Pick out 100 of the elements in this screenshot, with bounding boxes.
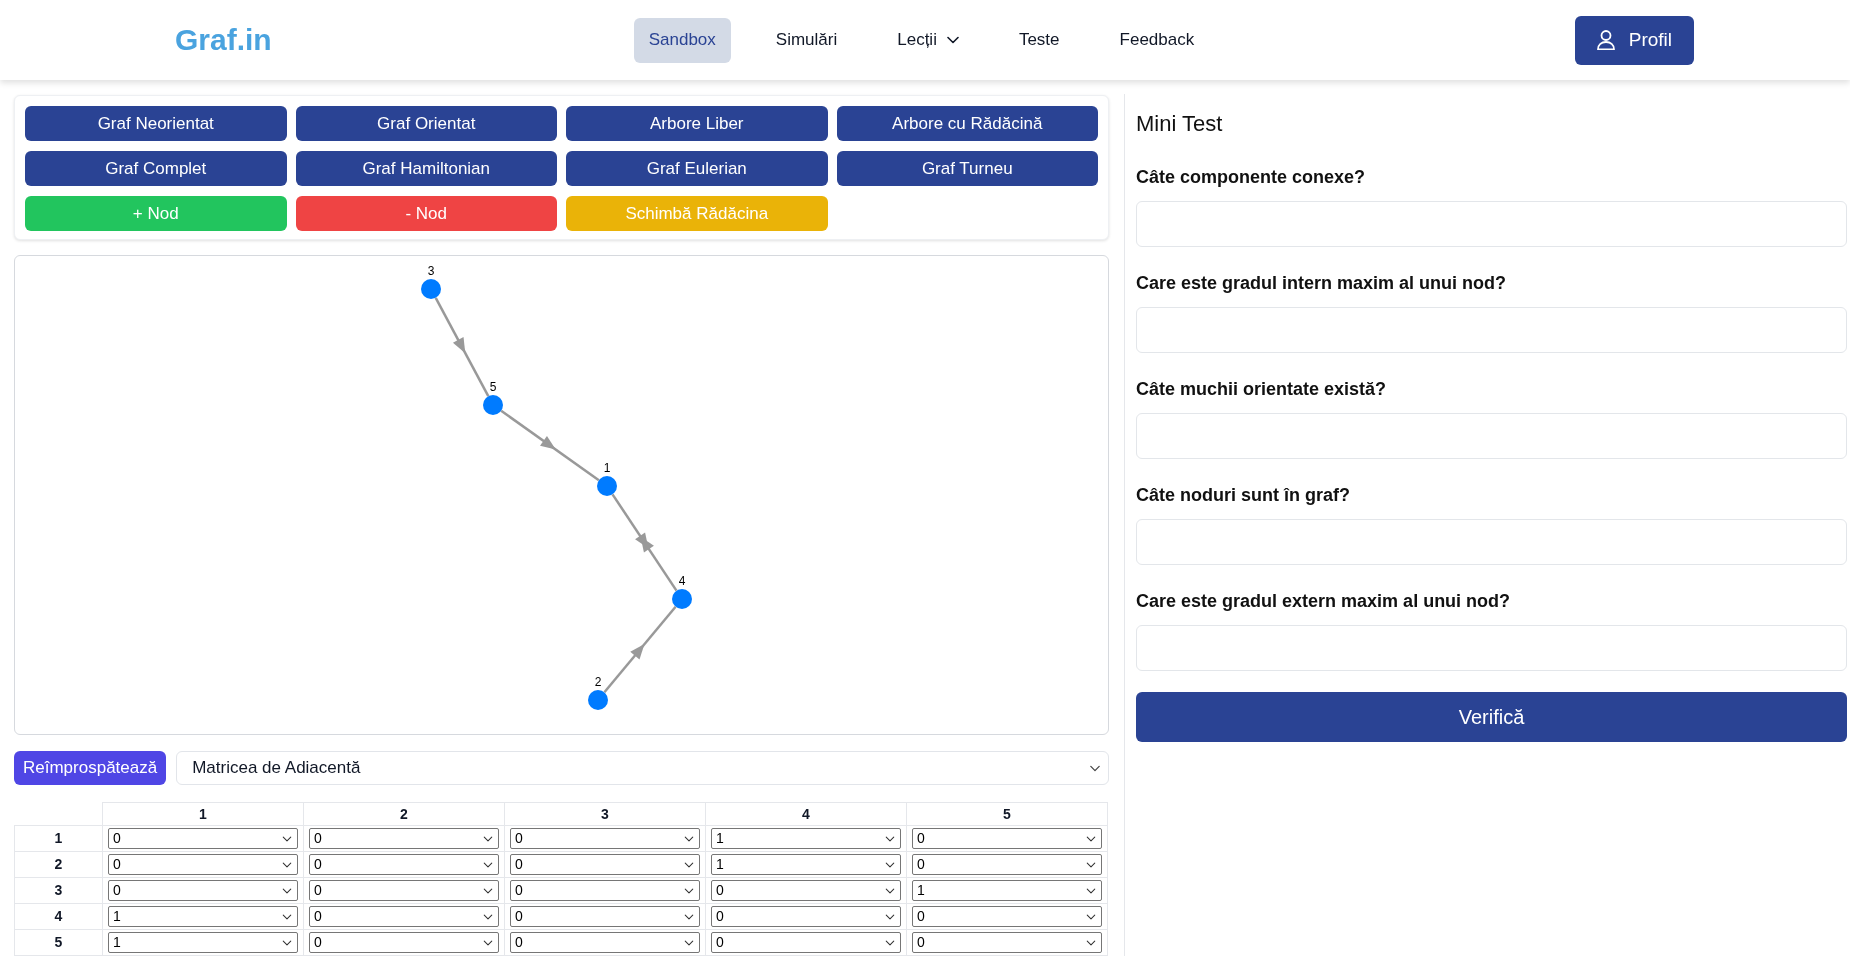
- chevron-down-icon: [282, 835, 292, 842]
- column-header: 4: [705, 802, 907, 826]
- cell-select[interactable]: 0: [108, 828, 298, 849]
- graph-node: [672, 589, 692, 609]
- chevron-down-icon: [885, 835, 895, 842]
- chevron-down-icon: [483, 887, 493, 894]
- chevron-down-icon: [483, 939, 493, 946]
- answer-field[interactable]: [1136, 413, 1847, 459]
- chevron-down-icon: [946, 36, 959, 44]
- question-label: Câte noduri sunt în graf?: [1136, 484, 1351, 507]
- cell-select[interactable]: 1: [711, 828, 901, 849]
- chevron-down-icon: [282, 939, 292, 946]
- column-header: 3: [504, 802, 706, 826]
- chevron-down-icon: [885, 939, 895, 946]
- cell-select[interactable]: 0: [510, 932, 700, 953]
- cell-select[interactable]: 0: [510, 906, 700, 927]
- cell-select[interactable]: 0: [912, 828, 1102, 849]
- graph-node: [588, 690, 608, 710]
- cell-select[interactable]: 0: [510, 880, 700, 901]
- nav-tab[interactable]: Feedback: [1104, 17, 1210, 63]
- column-header: 1: [102, 802, 304, 826]
- graph-type-button[interactable]: Arbore cu Rădăcină: [836, 106, 1098, 141]
- chevron-down-icon: [282, 887, 292, 894]
- user-icon: [1596, 30, 1615, 50]
- graph-type-button[interactable]: Arbore Liber: [566, 106, 828, 141]
- cell-select[interactable]: 0: [309, 828, 499, 849]
- chevron-down-icon: [282, 913, 292, 920]
- chevron-down-icon: [483, 913, 493, 920]
- answer-field[interactable]: [1136, 519, 1847, 565]
- chevron-down-icon: [483, 835, 493, 842]
- graph-type-button[interactable]: Graf Turneu: [836, 151, 1098, 186]
- chevron-down-icon: [684, 913, 694, 920]
- chevron-down-icon: [483, 861, 493, 868]
- cell-select[interactable]: 1: [108, 932, 298, 953]
- node-label: 3: [427, 264, 435, 278]
- cell-select[interactable]: 0: [309, 854, 499, 875]
- chevron-down-icon: [684, 939, 694, 946]
- graph-node: [421, 279, 441, 299]
- row-header: 3: [14, 877, 103, 904]
- cell-select[interactable]: 0: [309, 880, 499, 901]
- node-label: 1: [603, 461, 611, 475]
- column-header: 2: [303, 802, 505, 826]
- nav-tab[interactable]: Teste: [1003, 17, 1075, 63]
- answer-field[interactable]: [1136, 625, 1847, 671]
- node-label: 4: [678, 574, 686, 588]
- graph-type-button[interactable]: Graf Eulerian: [566, 151, 828, 186]
- answer-field[interactable]: [1136, 201, 1847, 247]
- graph-node: [597, 476, 617, 496]
- graph-type-button[interactable]: Graf Complet: [25, 151, 287, 186]
- row-header: 1: [14, 825, 103, 852]
- panel-title: Mini Test: [1136, 110, 1224, 138]
- question-label: Care este gradul intern maxim al unui nod?: [1136, 272, 1508, 295]
- nav-tab[interactable]: Lecții: [882, 17, 974, 63]
- chevron-down-icon: [885, 887, 895, 894]
- cell-select[interactable]: 1: [711, 854, 901, 875]
- cell-select[interactable]: 0: [711, 932, 901, 953]
- question-label: Care este gradul extern maxim al unui nod?: [1136, 590, 1512, 613]
- cell-select[interactable]: 0: [912, 906, 1102, 927]
- cell-select[interactable]: 0: [912, 932, 1102, 953]
- node-label: 5: [489, 380, 497, 394]
- refresh-button[interactable]: Reîmprospătează: [14, 751, 167, 785]
- graph-type-button[interactable]: Graf Hamiltonian: [295, 151, 557, 186]
- nav-tab[interactable]: Sandbox: [633, 17, 731, 63]
- chevron-down-icon: [684, 887, 694, 894]
- graph-node: [483, 395, 503, 415]
- cell-select[interactable]: 0: [510, 854, 700, 875]
- node-label: 2: [594, 675, 602, 689]
- chevron-down-icon: [1086, 913, 1096, 920]
- verify-button[interactable]: Verifică: [1136, 692, 1847, 742]
- cell-select[interactable]: 0: [108, 880, 298, 901]
- chevron-down-icon: [1086, 861, 1096, 868]
- chevron-down-icon: [684, 861, 694, 868]
- answer-field[interactable]: [1136, 307, 1847, 353]
- chevron-down-icon: [282, 861, 292, 868]
- row-header: 4: [14, 903, 103, 930]
- nav-tab[interactable]: Simulări: [760, 17, 853, 63]
- remove-node-button[interactable]: - Nod: [295, 196, 557, 231]
- cell-select[interactable]: 0: [711, 906, 901, 927]
- chevron-down-icon: [1086, 835, 1096, 842]
- cell-select[interactable]: 0: [912, 854, 1102, 875]
- chevron-down-icon: [1090, 764, 1100, 772]
- chevron-down-icon: [885, 913, 895, 920]
- question-label: Câte componente conexe?: [1136, 166, 1367, 189]
- chevron-down-icon: [1086, 939, 1096, 946]
- view-select[interactable]: Matricea de Adiacentă: [176, 751, 1109, 785]
- chevron-down-icon: [885, 861, 895, 868]
- profile-button[interactable]: Profil: [1574, 15, 1694, 65]
- chevron-down-icon: [684, 835, 694, 842]
- row-header: 5: [14, 929, 103, 956]
- cell-select[interactable]: 1: [108, 906, 298, 927]
- cell-select[interactable]: 0: [711, 880, 901, 901]
- graph-type-button[interactable]: Graf Neorientat: [25, 106, 287, 141]
- cell-select[interactable]: 1: [912, 880, 1102, 901]
- cell-select[interactable]: 0: [309, 906, 499, 927]
- cell-select[interactable]: 0: [309, 932, 499, 953]
- chevron-down-icon: [1086, 887, 1096, 894]
- graph-type-button[interactable]: Graf Orientat: [295, 106, 557, 141]
- cell-select[interactable]: 0: [108, 854, 298, 875]
- row-header: 2: [14, 851, 103, 878]
- cell-select[interactable]: 0: [510, 828, 700, 849]
